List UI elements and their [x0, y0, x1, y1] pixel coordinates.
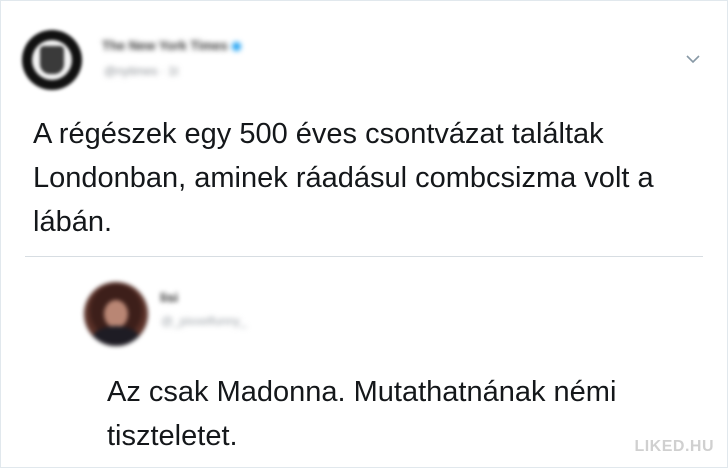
author-name[interactable]: The New York Times [102, 38, 241, 53]
main-tweet[interactable]: The New York Times @nytimes · 1t A régés… [0, 0, 728, 256]
avatar[interactable] [22, 30, 82, 90]
reply-text: Az csak Madonna. Mutathatnának némi tisz… [107, 376, 617, 452]
divider [25, 256, 703, 257]
reply-author-handle[interactable]: @_pixxelfunny_ [161, 314, 247, 328]
verified-badge-icon [231, 42, 241, 52]
reply-author-name[interactable]: lisi [160, 290, 178, 305]
reply-avatar[interactable] [84, 282, 148, 346]
watermark: LIKED.HU [634, 438, 714, 455]
chevron-down-icon[interactable] [684, 50, 702, 68]
author-handle[interactable]: @nytimes · 1t [104, 64, 178, 78]
tweet-text: A régészek egy 500 éves csontvázat talál… [33, 118, 654, 238]
